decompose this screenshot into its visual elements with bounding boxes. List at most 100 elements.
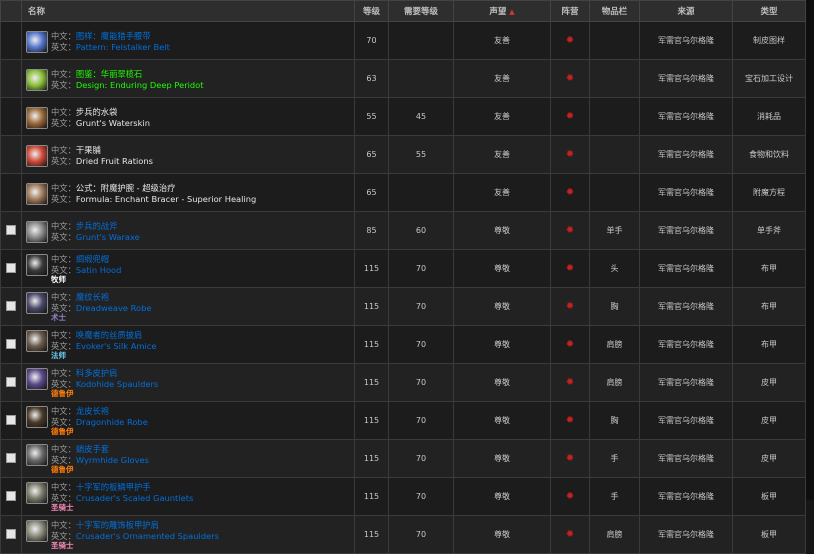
item-name-en-link[interactable]: Design: Enduring Deep Peridot [76, 80, 204, 90]
item-name-en-link[interactable]: Grunt's Waraxe [76, 232, 140, 242]
table-row[interactable]: 中文：绸缎兜帽 英文：Satin Hood 牧师 115 70 尊敬 ✹ 头军需官乌尔格隆 布甲 [0, 249, 806, 288]
item-name-en-link[interactable]: Dreadweave Robe [76, 303, 152, 313]
name-cell: 中文：龙皮长袍 英文：Dragonhide Robe 德鲁伊 [21, 401, 355, 440]
item-name-cn-link[interactable]: 蛸皮手套 [76, 444, 109, 454]
item-name-cn-link[interactable]: 魔纹长袍 [76, 292, 109, 302]
row-checkbox[interactable] [6, 490, 16, 501]
item-name-en-link[interactable]: Kodohide Spaulders [76, 379, 158, 389]
item-name-en-link[interactable]: Grunt's Waterskin [76, 118, 150, 128]
cn-label: 中文： [51, 292, 76, 303]
source-cell[interactable]: 军需官乌尔格隆 [639, 211, 733, 250]
item-name-cn-link[interactable]: 公式：附魔护腕 - 超级治疗 [76, 183, 176, 193]
level-cell: 70 [354, 21, 389, 60]
table-row[interactable]: 中文：干果脯 英文：Dried Fruit Rations 65 55 友善 ✹ 军需官乌尔… [0, 135, 806, 174]
item-icon[interactable] [26, 482, 48, 505]
item-icon[interactable] [26, 444, 48, 467]
source-cell[interactable]: 军需官乌尔格隆 [639, 21, 733, 60]
item-icon[interactable] [26, 31, 48, 53]
item-name-cn-link[interactable]: 图鉴：华丽翠榄石 [76, 69, 142, 79]
item-name-cn-link[interactable]: 十字军的雕饰板甲护肩 [76, 520, 159, 530]
horde-icon: ✹ [565, 111, 575, 122]
level-header[interactable]: 等级 [354, 0, 389, 22]
item-icon[interactable] [26, 520, 48, 543]
item-name-en-link[interactable]: Dragonhide Robe [76, 417, 148, 427]
slot-header[interactable]: 物品栏 [589, 0, 640, 22]
source-cell[interactable]: 军需官乌尔格隆 [639, 363, 733, 402]
type-cell: 皮甲 [732, 363, 806, 402]
table-row[interactable]: 中文：十字军的板鳞甲护手 英文：Crusader's Scaled Gauntle… [0, 477, 806, 516]
scrollbar-track[interactable] [806, 0, 814, 500]
item-name-cn-link[interactable]: 干果脯 [76, 145, 101, 155]
item-name-cn-link[interactable]: 图样：魔能猎手腰带 [76, 31, 151, 41]
row-checkbox[interactable] [6, 262, 16, 273]
item-name-en-link[interactable]: Dried Fruit Rations [76, 156, 153, 166]
table-row[interactable]: 中文：图鉴：华丽翠榄石 英文：Design: Enduring Deep Peri… [0, 59, 806, 98]
req-level-header[interactable]: 需要等级 [388, 0, 454, 22]
item-name-cn-link[interactable]: 十字军的板鳞甲护手 [76, 482, 151, 492]
source-cell[interactable]: 军需官乌尔格隆 [639, 477, 733, 516]
item-name-cn-link[interactable]: 步兵的水袋 [76, 107, 118, 117]
item-icon[interactable] [26, 145, 48, 167]
item-name-en-link[interactable]: Satin Hood [76, 265, 121, 275]
row-checkbox[interactable] [6, 414, 16, 425]
type-header[interactable]: 类型 [732, 0, 806, 22]
req-level-cell: 70 [388, 439, 454, 478]
item-name-cn-link[interactable]: 科多皮护肩 [76, 368, 118, 378]
reputation-cell: 尊敬 [453, 287, 551, 326]
table-row[interactable]: 中文：步兵的水袋 英文：Grunt's Waterskin 55 45 友善 ✹ 军需官乌尔… [0, 97, 806, 136]
item-icon[interactable] [26, 330, 48, 353]
item-icon[interactable] [26, 406, 48, 429]
item-name-en-link[interactable]: Evoker's Silk Amice [76, 341, 157, 351]
item-icon[interactable] [26, 368, 48, 391]
item-name-en-link[interactable]: Pattern: Felstalker Belt [76, 42, 170, 52]
item-icon[interactable] [26, 107, 48, 129]
faction-header[interactable]: 阵营 [550, 0, 590, 22]
source-cell[interactable]: 军需官乌尔格隆 [639, 401, 733, 440]
row-checkbox[interactable] [6, 452, 16, 463]
table-row[interactable]: 中文：公式：附魔护腕 - 超级治疗 英文：Formula: Enchant Bra… [0, 173, 806, 212]
item-name-cn-link[interactable]: 龙皮长袍 [76, 406, 109, 416]
row-checkbox[interactable] [6, 224, 16, 235]
table-row[interactable]: 中文：图样：魔能猎手腰带 英文：Pattern: Felstalker Belt 7… [0, 21, 806, 60]
item-name-cn-link[interactable]: 唤魔者的丝质披肩 [76, 330, 142, 340]
table-row[interactable]: 中文：蛸皮手套 英文：Wyrmhide Gloves 德鲁伊 115 70 尊敬 ✹ 手军需官… [0, 439, 806, 478]
item-name-en-link[interactable]: Formula: Enchant Bracer - Superior Heali… [76, 194, 256, 204]
item-name-cn-link[interactable]: 步兵的战斧 [76, 221, 118, 231]
reputation-header[interactable]: 声望 ▲ [453, 0, 551, 22]
table-row[interactable]: 中文：龙皮长袍 英文：Dragonhide Robe 德鲁伊 115 70 尊敬 ✹ 胸军需官… [0, 401, 806, 440]
source-cell[interactable]: 军需官乌尔格隆 [639, 439, 733, 478]
source-cell[interactable]: 军需官乌尔格隆 [639, 135, 733, 174]
source-cell[interactable]: 军需官乌尔格隆 [639, 249, 733, 288]
item-name-cn-link[interactable]: 绸缎兜帽 [76, 254, 109, 264]
item-name-en-link[interactable]: Wyrmhide Gloves [76, 455, 149, 465]
name-header[interactable]: 名称 [21, 0, 355, 22]
source-cell[interactable]: 军需官乌尔格隆 [639, 325, 733, 364]
table-row[interactable]: 中文：魔纹长袍 英文：Dreadweave Robe 术士 115 70 尊敬 ✹ 胸军需官乌… [0, 287, 806, 326]
row-checkbox[interactable] [6, 338, 16, 349]
source-cell[interactable]: 军需官乌尔格隆 [639, 287, 733, 326]
select-cell [0, 135, 22, 174]
horde-icon: ✹ [565, 35, 575, 46]
row-checkbox[interactable] [6, 528, 16, 539]
table-row[interactable]: 中文：唤魔者的丝质披肩 英文：Evoker's Silk Amice 法师 115 70… [0, 325, 806, 364]
source-cell[interactable]: 军需官乌尔格隆 [639, 59, 733, 98]
source-header[interactable]: 来源 [639, 0, 733, 22]
source-cell[interactable]: 军需官乌尔格隆 [639, 515, 733, 554]
table-row[interactable]: 中文：十字军的雕饰板甲护肩 英文：Crusader's Ornamented Sp… [0, 515, 806, 554]
faction-cell: ✹ [550, 21, 590, 60]
item-icon[interactable] [26, 254, 48, 277]
item-icon[interactable] [26, 221, 48, 243]
row-checkbox[interactable] [6, 376, 16, 387]
item-icon[interactable] [26, 292, 48, 315]
item-icon[interactable] [26, 183, 48, 205]
select-cell [0, 287, 22, 326]
item-icon[interactable] [26, 69, 48, 91]
horde-icon: ✹ [565, 225, 575, 236]
table-row[interactable]: 中文：科多皮护肩 英文：Kodohide Spaulders 德鲁伊 115 70 尊敬 ✹… [0, 363, 806, 402]
table-row[interactable]: 中文：步兵的战斧 英文：Grunt's Waraxe 85 60 尊敬 ✹ 单手 军需官乌尔格… [0, 211, 806, 250]
source-cell[interactable]: 军需官乌尔格隆 [639, 173, 733, 212]
row-checkbox[interactable] [6, 300, 16, 311]
item-name-en-link[interactable]: Crusader's Scaled Gauntlets [76, 493, 193, 503]
source-cell[interactable]: 军需官乌尔格隆 [639, 97, 733, 136]
item-name-en-link[interactable]: Crusader's Ornamented Spaulders [76, 531, 219, 541]
